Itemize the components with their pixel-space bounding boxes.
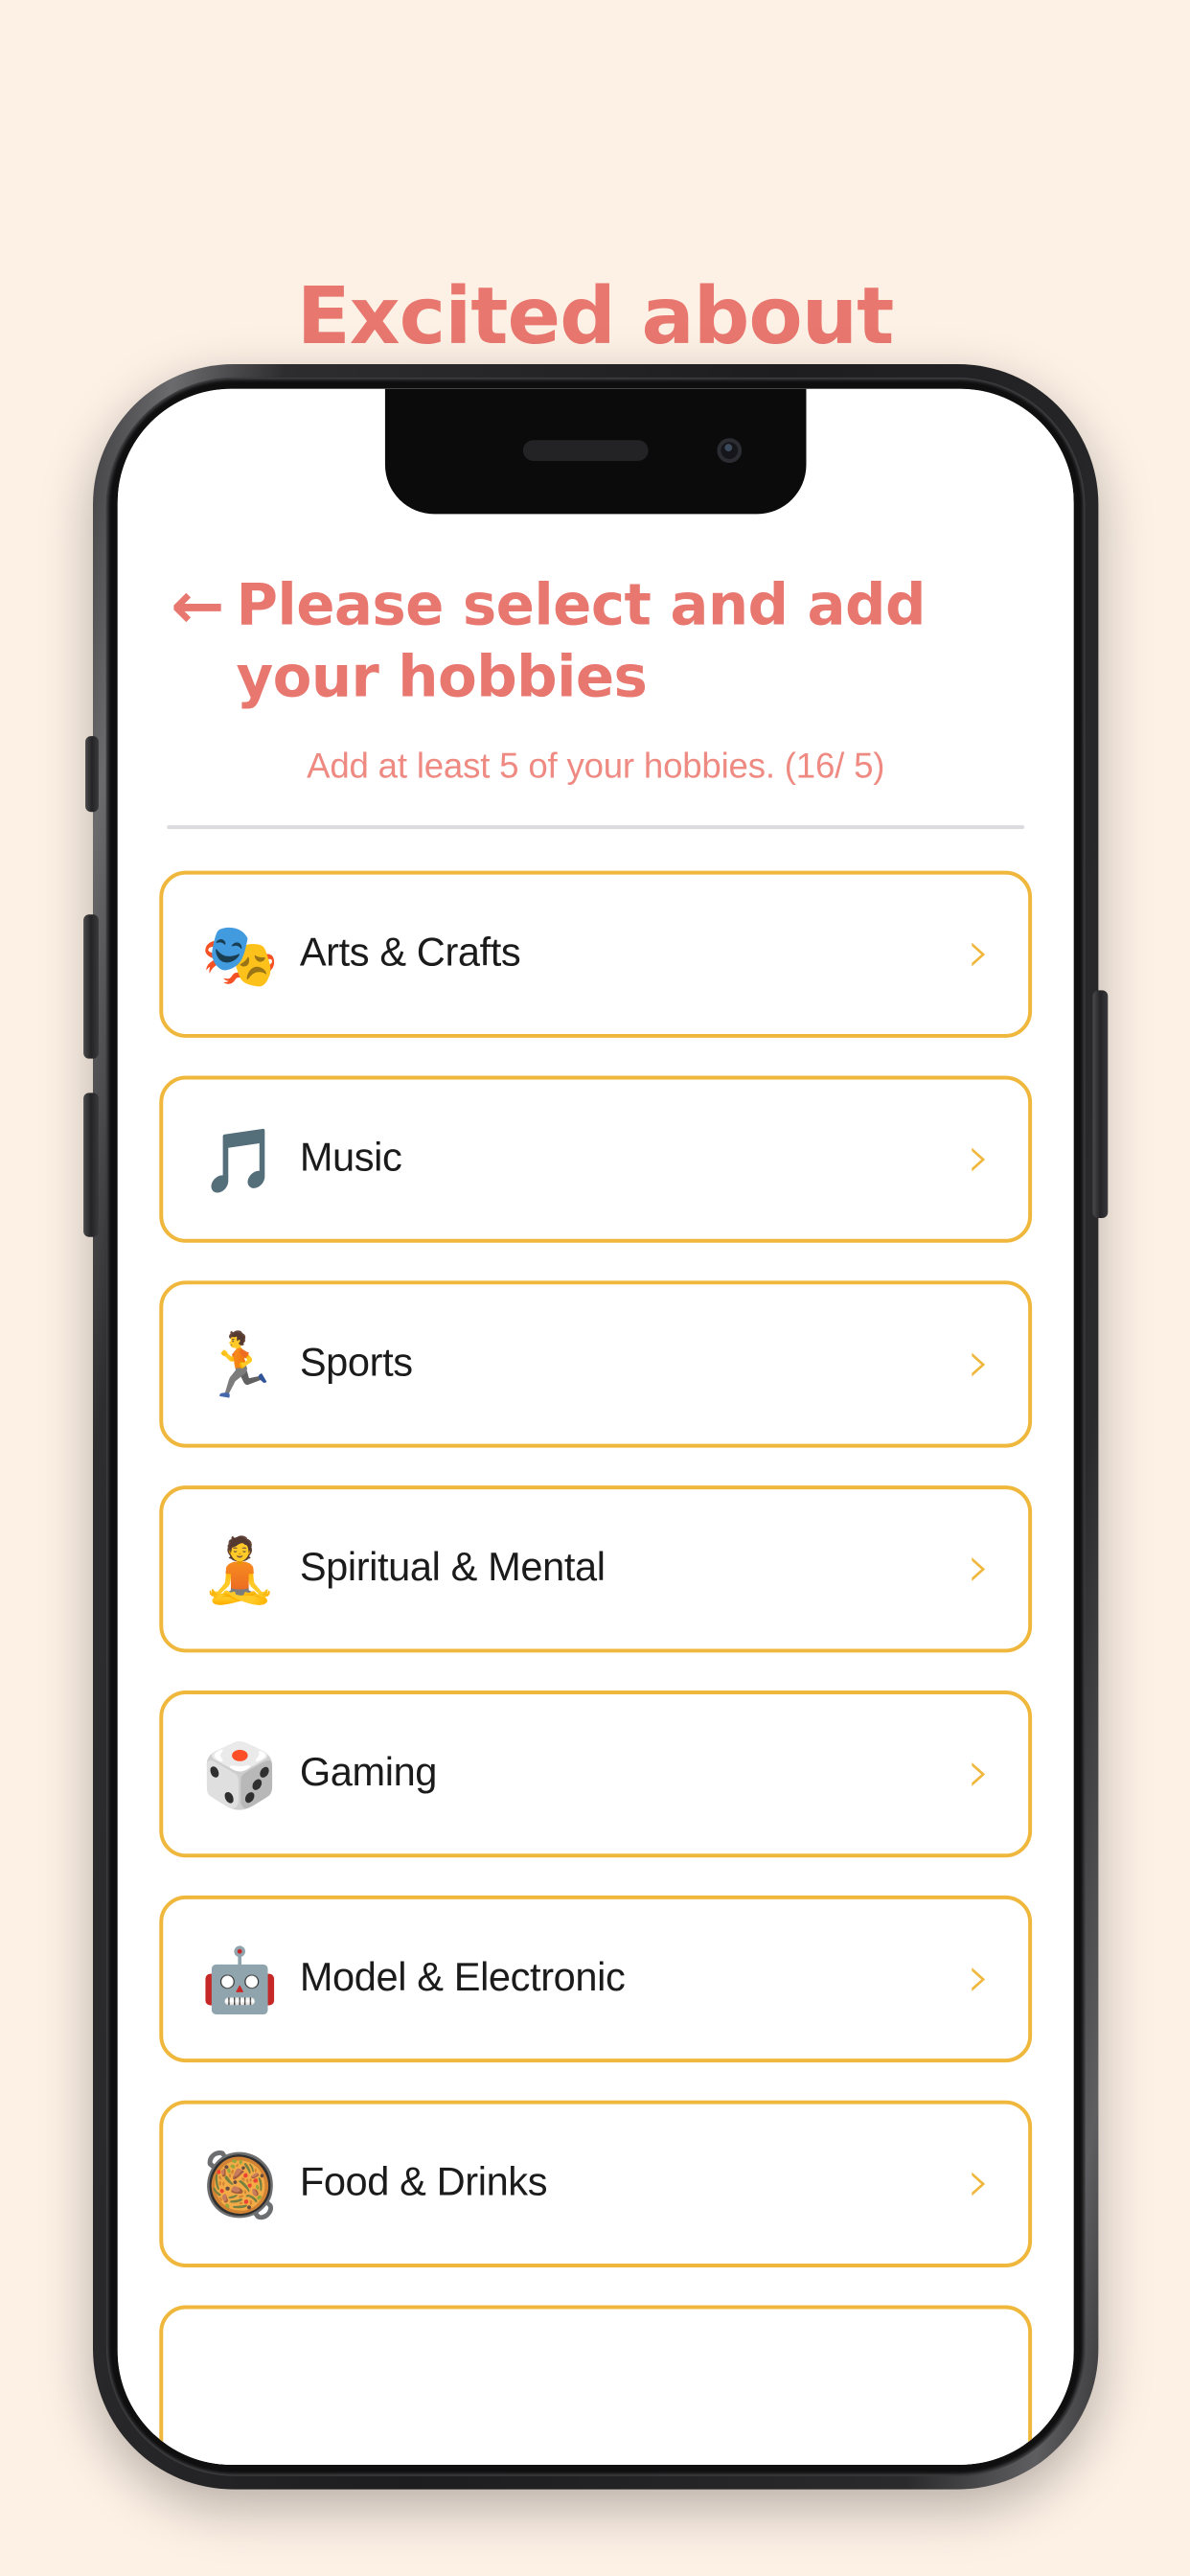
page-title: Please select and add your hobbies — [236, 572, 926, 711]
runner-icon: 🏃 — [200, 1326, 280, 1402]
volume-up-button[interactable] — [83, 914, 99, 1059]
front-camera-icon — [717, 438, 743, 463]
phone-screen: ← Please select and add your hobbies Add… — [117, 388, 1074, 2465]
lotus-position-icon: 🧘 — [200, 1531, 280, 1606]
mute-switch-button[interactable] — [85, 736, 99, 813]
chevron-right-icon[interactable]: › — [968, 1540, 991, 1598]
back-arrow-icon[interactable]: ← — [171, 571, 224, 643]
hobby-label: Spiritual & Mental — [299, 1546, 606, 1591]
hobby-card-spiritual-mental[interactable]: 🧘 Spiritual & Mental › — [159, 1485, 1033, 1653]
game-die-icon: 🎲 — [200, 1736, 280, 1811]
title-row: ← Please select and add your hobbies — [159, 571, 1032, 714]
hobby-label: Music — [299, 1136, 402, 1181]
hobby-card-arts-crafts[interactable]: 🎭 Arts & Crafts › — [159, 870, 1033, 1038]
hobby-label: Gaming — [299, 1751, 438, 1795]
hobby-selection-screen: ← Please select and add your hobbies Add… — [117, 388, 1074, 2465]
robot-icon: 🤖 — [200, 1942, 280, 2016]
chevron-right-icon[interactable]: › — [968, 925, 991, 982]
chevron-right-icon[interactable]: › — [968, 1335, 991, 1392]
chevron-right-icon[interactable]: › — [968, 2154, 991, 2212]
hobby-count-subtitle: Add at least 5 of your hobbies. (16/ 5) — [307, 745, 885, 786]
paella-icon: 🥘 — [200, 2147, 280, 2221]
header-divider — [167, 825, 1025, 830]
hobby-card-gaming[interactable]: 🎲 Gaming › — [159, 1690, 1033, 1858]
performing-arts-icon: 🎭 — [200, 917, 280, 992]
hobby-card-music[interactable]: 🎵 Music › — [159, 1075, 1033, 1243]
hobby-category-list: 🎭 Arts & Crafts › 🎵 Music › 🏃 Sports › 🧘… — [159, 870, 1033, 2465]
chevron-right-icon[interactable]: › — [968, 1949, 991, 2007]
hobby-label: Model & Electronic — [299, 1956, 626, 2000]
hobby-label: Arts & Crafts — [299, 932, 521, 976]
hobby-card-food-drinks[interactable]: 🥘 Food & Drinks › — [159, 2100, 1033, 2267]
chevron-right-icon[interactable]: › — [968, 1744, 991, 1802]
hobby-label: Sports — [299, 1341, 413, 1386]
phone-notch — [384, 388, 807, 515]
volume-down-button[interactable] — [83, 1092, 99, 1237]
musical-note-icon: 🎵 — [200, 1122, 280, 1197]
hobby-card-model-electronic[interactable]: 🤖 Model & Electronic › — [159, 1895, 1033, 2063]
hobby-card-partial[interactable] — [159, 2305, 1033, 2465]
earpiece-speaker-icon — [522, 440, 649, 461]
hobby-card-sports[interactable]: 🏃 Sports › — [159, 1280, 1033, 1448]
hobby-label: Food & Drinks — [299, 2161, 548, 2205]
power-button[interactable] — [1092, 990, 1109, 1218]
phone-mockup: ← Please select and add your hobbies Add… — [83, 364, 1109, 2490]
headline-line-1: Excited about — [296, 271, 895, 362]
chevron-right-icon[interactable]: › — [968, 1130, 991, 1187]
